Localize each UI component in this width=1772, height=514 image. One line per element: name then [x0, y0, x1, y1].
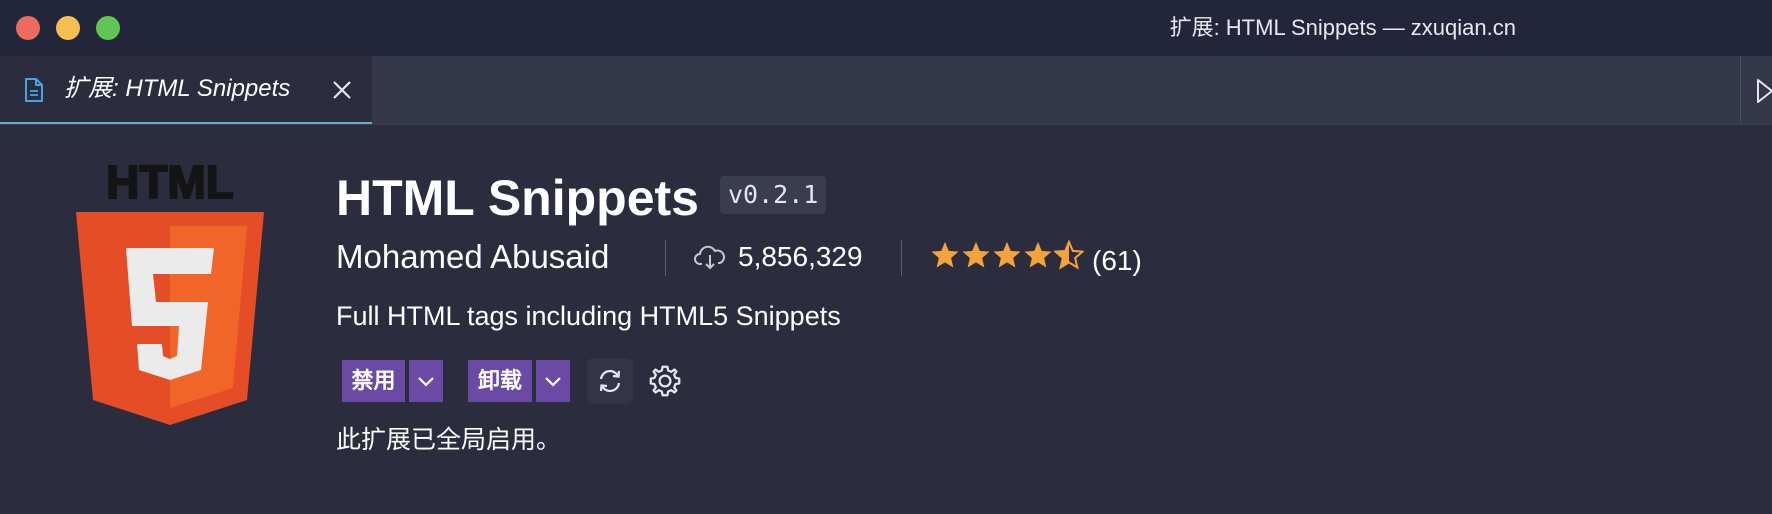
extension-description: Full HTML tags including HTML5 Snippets — [336, 301, 841, 331]
tab-extension-html-snippets[interactable]: 扩展: HTML Snippets — [0, 56, 372, 124]
meta-separator — [665, 240, 666, 276]
chevron-down-icon — [545, 377, 561, 387]
disable-dropdown-button[interactable] — [409, 360, 443, 402]
html5-logo: HTML — [76, 160, 264, 425]
uninstall-button[interactable]: 卸载 — [468, 360, 532, 402]
star-icon — [931, 241, 959, 268]
star-icon — [962, 241, 990, 268]
meta-separator — [901, 240, 902, 276]
chevron-down-icon — [418, 377, 434, 387]
enablement-status: 此扩展已全局启用。 — [336, 426, 562, 454]
rating-count: (61) — [1092, 245, 1142, 276]
extension-name: HTML Snippets — [336, 170, 699, 226]
disable-button[interactable]: 禁用 — [342, 360, 405, 402]
sync-icon — [599, 369, 621, 393]
title-bar: 扩展: HTML Snippets — zxuqian.cn — [0, 0, 1772, 56]
window-title: 扩展: HTML Snippets — zxuqian.cn — [1169, 15, 1516, 40]
tab-label: 扩展: HTML Snippets — [64, 75, 291, 102]
editor-divider — [0, 124, 1772, 125]
publisher-link[interactable]: Mohamed Abusaid — [336, 236, 609, 278]
uninstall-dropdown-button[interactable] — [536, 360, 570, 402]
star-icon — [993, 241, 1021, 268]
install-count: 5,856,329 — [738, 241, 863, 272]
star-half-icon — [1054, 240, 1084, 270]
sync-button[interactable] — [587, 358, 633, 404]
file-icon — [25, 78, 43, 102]
version-badge: v0.2.1 — [720, 176, 827, 214]
logo-wordmark: HTML — [106, 160, 234, 208]
tab-bar: 扩展: HTML Snippets — [0, 56, 1772, 124]
tab-actions-divider — [1740, 56, 1741, 124]
cloud-download-icon — [694, 245, 725, 270]
star-icon — [1024, 241, 1052, 268]
run-icon[interactable] — [1756, 78, 1772, 104]
gear-icon[interactable] — [647, 363, 683, 399]
close-icon[interactable] — [331, 79, 353, 101]
